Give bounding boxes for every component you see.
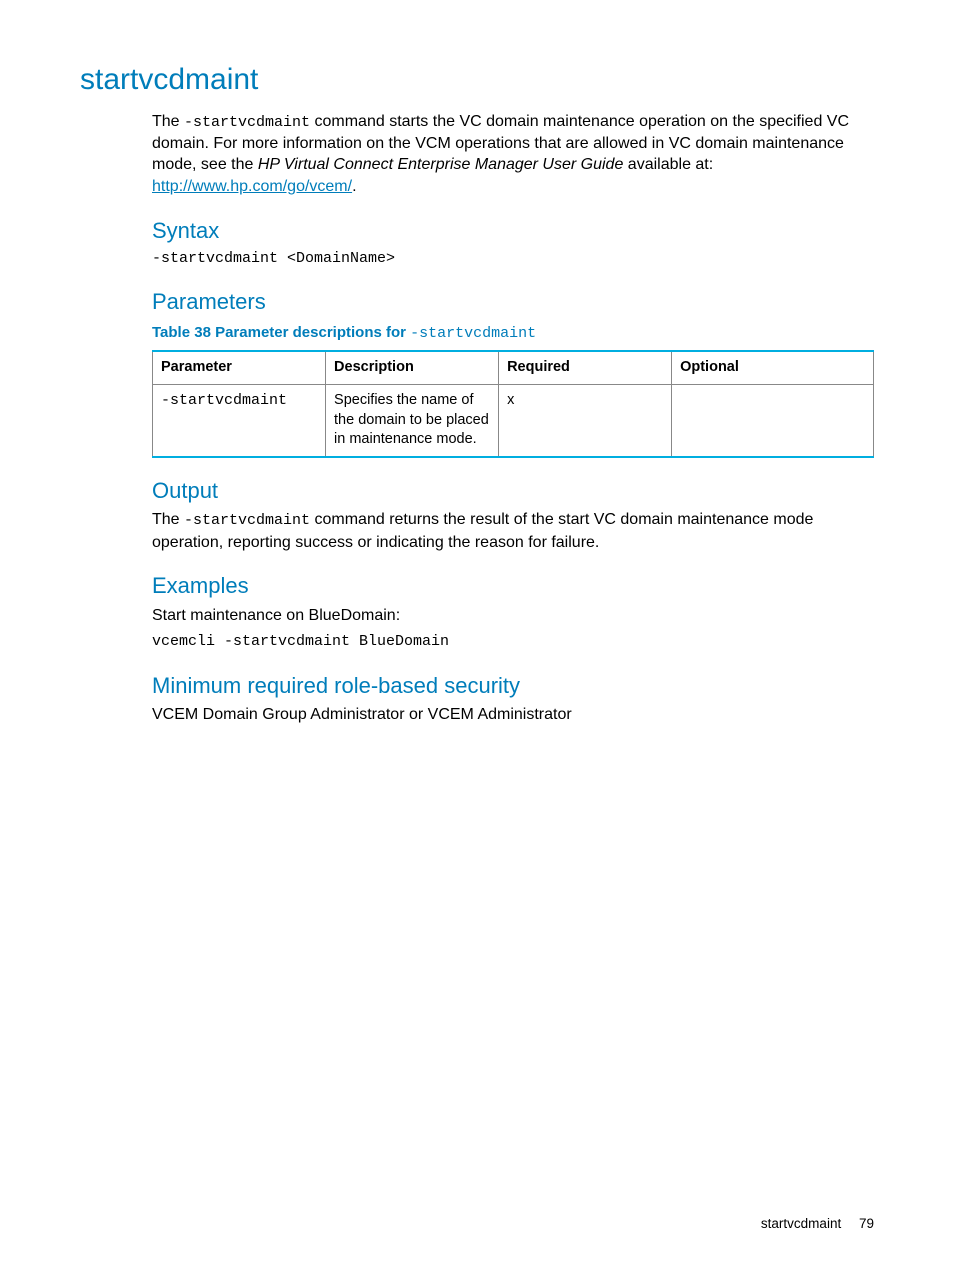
td-desc: Specifies the name of the domain to be p… [326, 384, 499, 456]
table-caption: Table 38 Parameter descriptions for -sta… [152, 323, 874, 344]
syntax-line: -startvcdmaint <DomainName> [152, 249, 874, 269]
intro-cmd: -startvcdmaint [184, 114, 310, 131]
td-opt [672, 384, 874, 456]
output-cmd: -startvcdmaint [184, 512, 310, 529]
output-heading: Output [152, 476, 874, 506]
output-t1: The [152, 511, 184, 528]
intro-t3: available at: [623, 156, 713, 173]
th-optional: Optional [672, 351, 874, 384]
td-req: x [499, 384, 672, 456]
td-param: -startvcdmaint [153, 384, 326, 456]
parameters-heading: Parameters [152, 287, 874, 317]
page-title: startvcdmaint [80, 60, 874, 101]
page-footer: startvcdmaint 79 [761, 1215, 874, 1233]
table-row: -startvcdmaint Specifies the name of the… [153, 384, 874, 456]
footer-label: startvcdmaint [761, 1216, 841, 1231]
th-parameter: Parameter [153, 351, 326, 384]
parameter-table: Parameter Description Required Optional … [152, 350, 874, 457]
examples-heading: Examples [152, 571, 874, 601]
th-description: Description [326, 351, 499, 384]
security-text: VCEM Domain Group Administrator or VCEM … [152, 704, 874, 726]
table-header-row: Parameter Description Required Optional [153, 351, 874, 384]
examples-line: vcemcli -startvcdmaint BlueDomain [152, 632, 874, 652]
caption-cmd: -startvcdmaint [410, 325, 536, 342]
output-paragraph: The -startvcdmaint command returns the r… [152, 509, 874, 553]
intro-t4: . [352, 178, 356, 195]
guide-name: HP Virtual Connect Enterprise Manager Us… [258, 156, 624, 173]
caption-prefix: Table 38 Parameter descriptions for [152, 324, 410, 341]
examples-intro: Start maintenance on BlueDomain: [152, 605, 874, 627]
vcem-link[interactable]: http://www.hp.com/go/vcem/ [152, 178, 352, 195]
footer-page-number: 79 [859, 1216, 874, 1231]
syntax-heading: Syntax [152, 216, 874, 246]
intro-t1: The [152, 113, 184, 130]
security-heading: Minimum required role-based security [152, 671, 874, 701]
content-body: The -startvcdmaint command starts the VC… [152, 111, 874, 727]
th-required: Required [499, 351, 672, 384]
intro-paragraph: The -startvcdmaint command starts the VC… [152, 111, 874, 198]
